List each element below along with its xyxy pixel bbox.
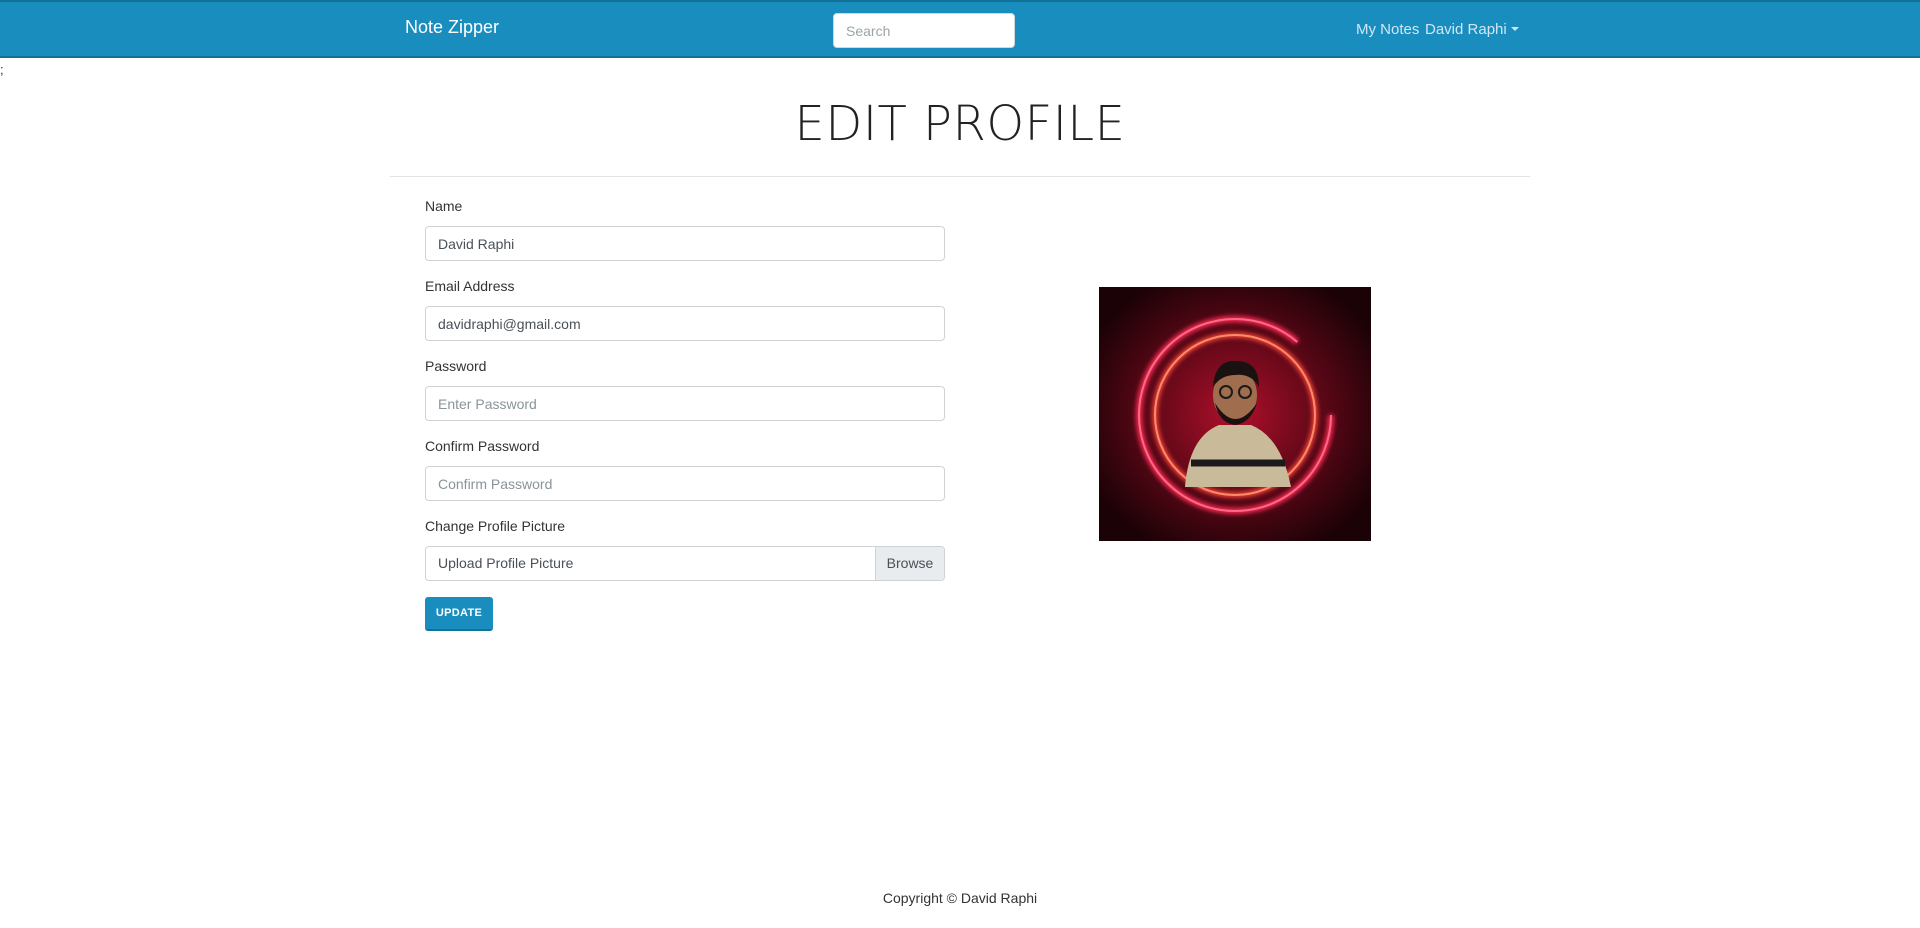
nav-my-notes-link[interactable]: My Notes	[1356, 21, 1419, 38]
password-field[interactable]	[425, 386, 945, 421]
navbar: Note Zipper My Notes David Raphi	[0, 0, 1920, 58]
confirm-password-field[interactable]	[425, 466, 945, 501]
brand-link[interactable]: Note Zipper	[405, 17, 499, 38]
chevron-down-icon	[1510, 27, 1519, 31]
password-label: Password	[425, 358, 487, 374]
update-button[interactable]: UPDATE	[425, 597, 493, 631]
browse-button[interactable]: Browse	[875, 547, 944, 580]
profile-picture-label: Change Profile Picture	[425, 518, 566, 534]
title-divider	[390, 176, 1530, 177]
name-field[interactable]	[425, 226, 945, 261]
user-menu-label: David Raphi	[1425, 21, 1507, 38]
page-title: EDIT PROFILE	[794, 96, 1126, 152]
profile-picture-upload[interactable]: Upload Profile Picture Browse	[425, 546, 945, 581]
search-input[interactable]	[833, 13, 1015, 48]
name-label: Name	[425, 198, 463, 214]
user-menu-dropdown[interactable]: David Raphi	[1425, 21, 1519, 38]
email-label: Email Address	[425, 278, 515, 294]
profile-picture	[1099, 287, 1371, 541]
profile-picture-placeholder: Upload Profile Picture	[438, 555, 574, 571]
confirm-password-label: Confirm Password	[425, 438, 540, 454]
email-field[interactable]	[425, 306, 945, 341]
footer-copyright: Copyright © David Raphi	[882, 890, 1038, 906]
stray-text: ;	[0, 62, 4, 77]
